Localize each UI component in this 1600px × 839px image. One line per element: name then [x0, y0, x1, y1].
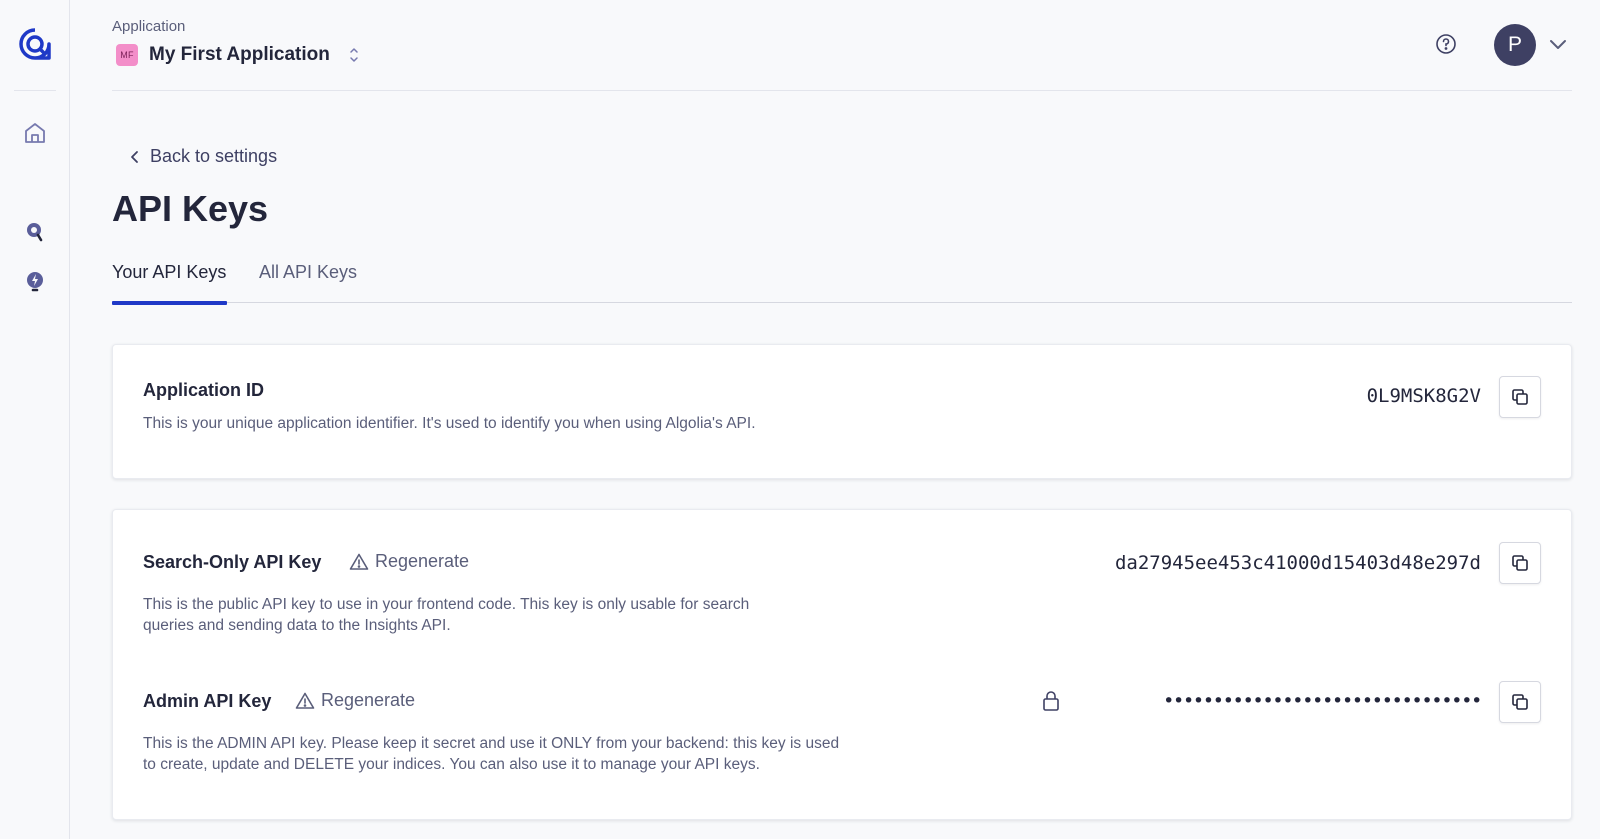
recommend-product-icon[interactable]: [22, 269, 48, 295]
copy-search-key-button[interactable]: [1499, 542, 1541, 584]
regenerate-admin-key-button[interactable]: Regenerate: [295, 690, 415, 711]
application-id-value[interactable]: 0L9MSK8G2V: [1367, 385, 1481, 407]
search-only-key-title: Search-Only API Key: [143, 552, 322, 572]
copy-icon: [1512, 389, 1528, 405]
back-link-label: Back to settings: [150, 146, 278, 166]
tab-label: Your API Keys: [112, 262, 227, 282]
application-name: My First Application: [149, 44, 330, 65]
search-only-key-value[interactable]: da27945ee453c41000d15403d48e297d: [1115, 552, 1481, 574]
warning-icon: [349, 553, 369, 570]
help-icon[interactable]: [1432, 30, 1460, 58]
lock-icon[interactable]: [1040, 689, 1062, 713]
search-product-icon[interactable]: [22, 219, 48, 245]
sidebar-divider: [14, 90, 56, 91]
home-icon[interactable]: [22, 120, 48, 146]
search-only-key-description: This is the public API key to use in you…: [143, 596, 750, 634]
copy-icon: [1512, 555, 1528, 571]
tab-label: All API Keys: [259, 262, 358, 282]
application-switcher[interactable]: MF My First Application: [116, 44, 360, 66]
copy-icon: [1512, 694, 1528, 710]
chevron-left-icon: [131, 150, 138, 163]
tab-all-api-keys[interactable]: All API Keys: [259, 262, 357, 303]
application-label: Application: [112, 18, 186, 35]
tabs-bar: Your API Keys All API Keys: [112, 258, 1572, 305]
updown-chevron-icon: [350, 48, 358, 62]
copy-application-id-button[interactable]: [1499, 376, 1541, 418]
user-avatar[interactable]: P: [1494, 24, 1536, 66]
warning-icon: [295, 692, 315, 709]
api-keys-card: Search-Only API Key Regenerate This is t…: [112, 509, 1572, 820]
tab-your-api-keys[interactable]: Your API Keys: [112, 262, 227, 305]
application-id-description: This is your unique application identifi…: [143, 415, 756, 432]
top-header: Application MF My First Application P: [112, 0, 1572, 91]
admin-key-description: This is the ADMIN API key. Please keep i…: [143, 735, 840, 773]
chevron-down-icon[interactable]: [1546, 34, 1570, 54]
back-to-settings-link[interactable]: Back to settings: [130, 146, 277, 167]
admin-key-title: Admin API Key: [143, 691, 272, 711]
admin-key-value[interactable]: ••••••••••••••••••••••••••••••••: [1163, 690, 1483, 712]
page-title: API Keys: [112, 188, 269, 229]
sidebar: [0, 0, 70, 839]
active-tab-indicator: [112, 301, 227, 305]
regenerate-label: Regenerate: [321, 690, 416, 710]
application-id-card: Application ID This is your unique appli…: [112, 344, 1572, 479]
application-badge: MF: [116, 44, 138, 66]
copy-admin-key-button[interactable]: [1499, 681, 1541, 723]
regenerate-label: Regenerate: [375, 551, 470, 571]
algolia-logo-icon[interactable]: [17, 26, 53, 62]
regenerate-search-key-button[interactable]: Regenerate: [349, 551, 469, 572]
application-id-title: Application ID: [143, 380, 264, 400]
